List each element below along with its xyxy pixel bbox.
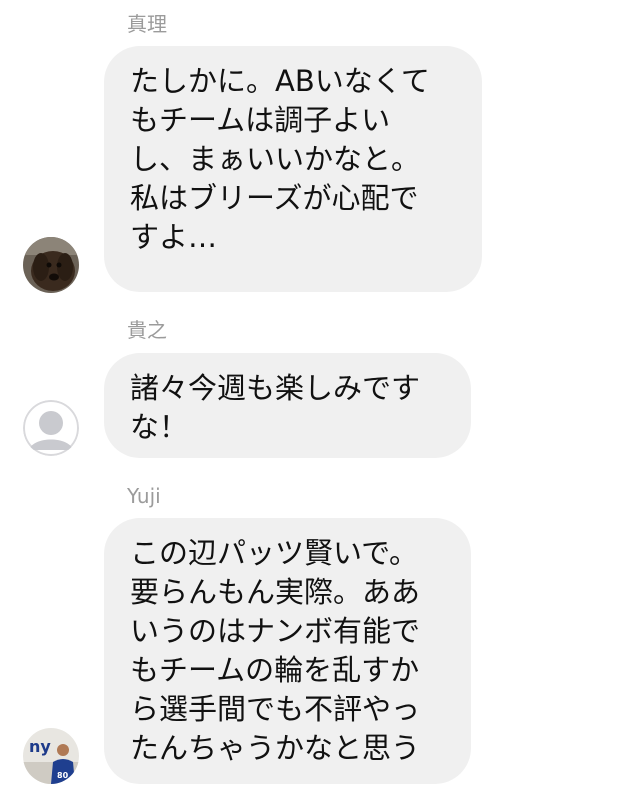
message-line: すよ… [130,220,218,254]
message-line: 諸々今週も楽しみです [130,371,421,405]
message-line: な！ [130,410,189,444]
dog-photo-avatar-icon[interactable] [23,237,79,293]
sender-name: Yuji [127,484,161,508]
message-line: 要らんもん実際。ああ [130,575,421,609]
ny-giants-photo-avatar-icon[interactable]: ny 80 [23,728,79,784]
message-line: たしかに。ABいなくて [130,64,430,98]
message-line: もチームは調子よい [130,103,391,137]
chat-thread: 真理 たしかに。ABいなくて もチームは調子よい し、まぁいいかなと。 私はブリ… [0,0,636,797]
sender-name: 貴之 [127,318,167,342]
message-line: この辺パッツ賢いで。 [130,536,418,570]
message-line: たんちゃうかなと思う [130,731,421,765]
default-person-avatar-icon[interactable] [23,400,79,456]
message-line: し、まぁいいかなと。 [130,142,421,176]
svg-text:80: 80 [57,771,69,780]
message-bubble[interactable]: 諸々今週も楽しみです な！ [104,353,471,458]
svg-text:ny: ny [29,737,51,756]
message-line: 私はブリーズが心配で [130,181,419,215]
message-line: もチームの輪を乱すか [130,653,420,687]
message-line: ら選手間でも不評やっ [130,692,421,726]
message-bubble[interactable]: この辺パッツ賢いで。 要らんもん実際。ああ いうのはナンボ有能で もチームの輪を… [104,518,471,784]
sender-name: 真理 [127,12,167,36]
message-bubble[interactable]: たしかに。ABいなくて もチームは調子よい し、まぁいいかなと。 私はブリーズが… [104,46,482,292]
message-line: いうのはナンボ有能で [130,614,421,648]
